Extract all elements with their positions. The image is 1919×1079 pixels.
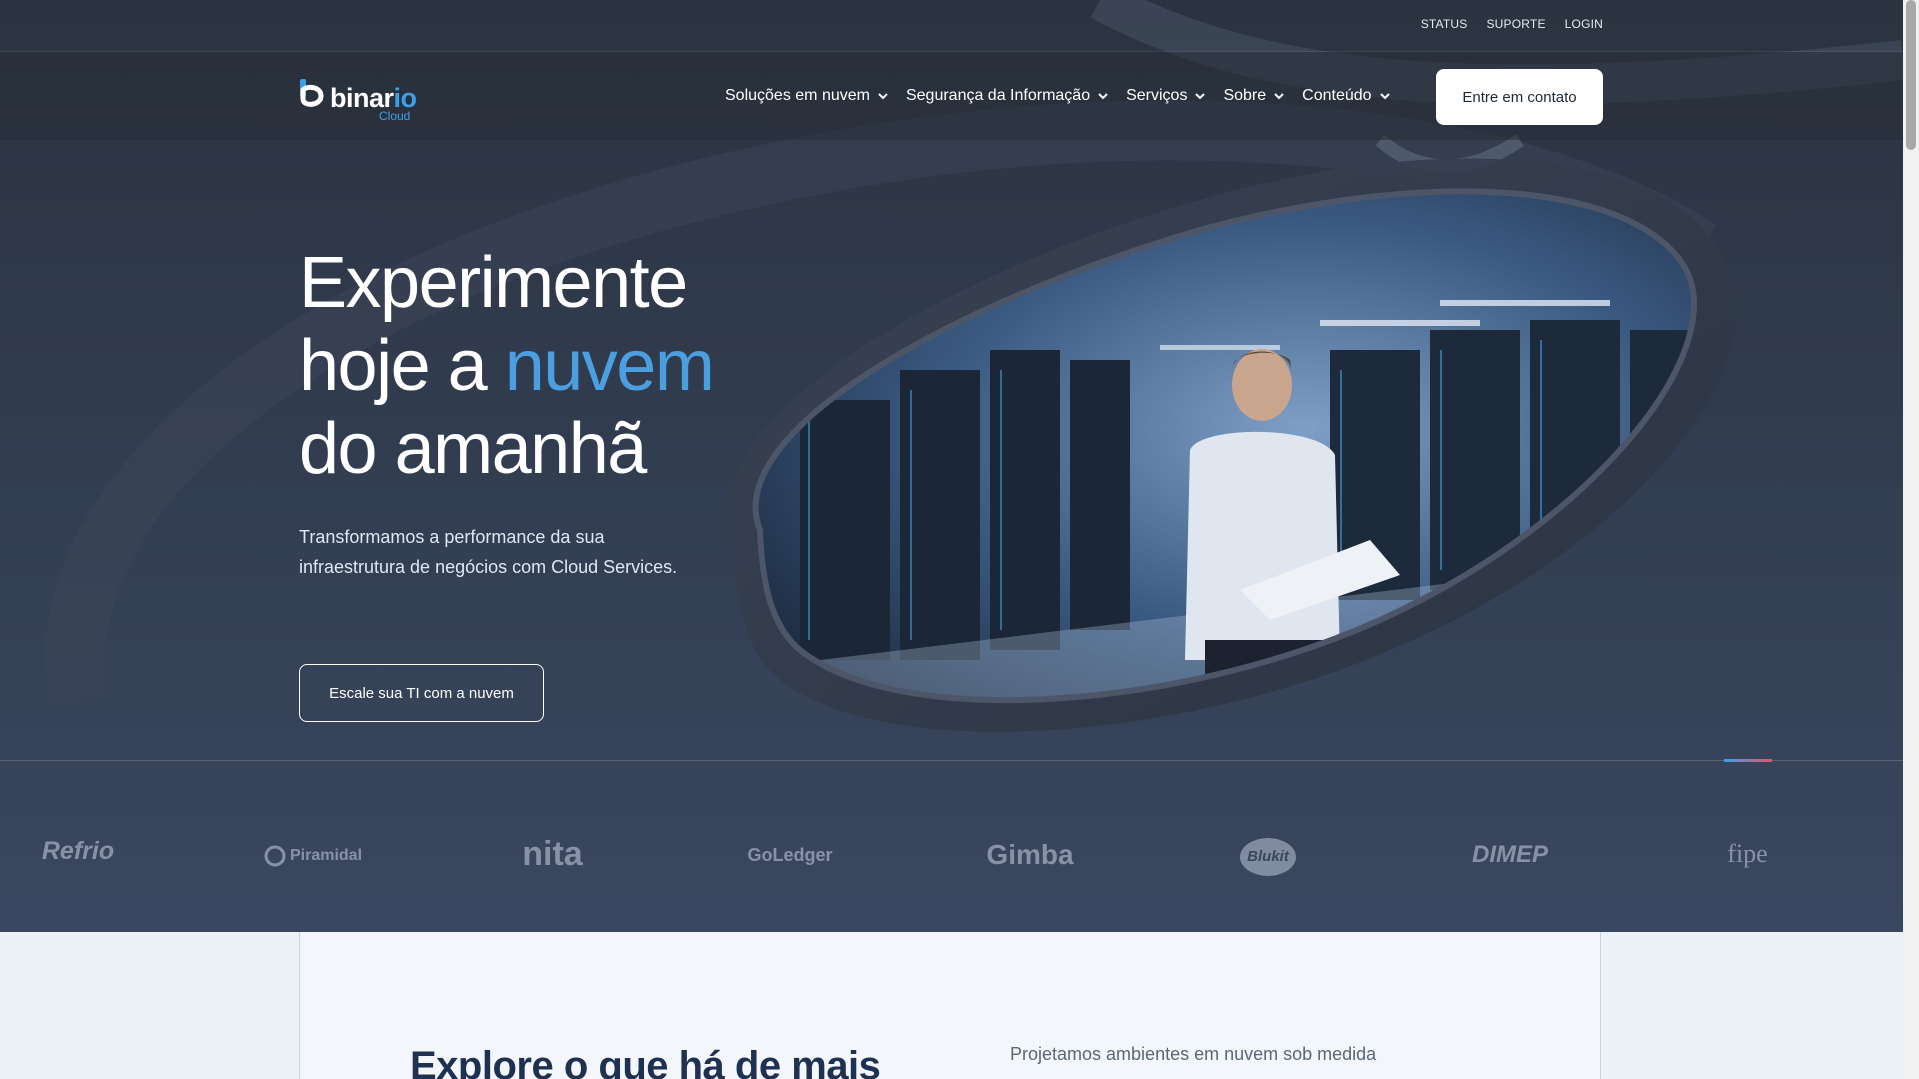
nav-item-security[interactable]: Segurança da Informação — [906, 87, 1108, 105]
client-logo-piramidal-label: Piramidal — [289, 847, 363, 865]
nav-item-content[interactable]: Conteúdo — [1302, 87, 1390, 105]
utility-links: STATUS SUPORTE LOGIN — [1421, 17, 1603, 31]
nav-label: Serviços — [1126, 87, 1188, 104]
chevron-down-icon — [1098, 93, 1108, 100]
client-logo-refrio: Refrio — [41, 837, 115, 865]
status-link[interactable]: STATUS — [1421, 17, 1468, 31]
page-scrollbar[interactable] — [1903, 0, 1919, 1079]
explore-text: Projetamos ambientes em nuvem sob medida — [1010, 1044, 1377, 1064]
nav-item-about[interactable]: Sobre — [1223, 87, 1284, 105]
chevron-down-icon — [1379, 93, 1390, 100]
client-logo-gimba: Gimba — [986, 839, 1074, 870]
nav-label: Segurança da Informação — [905, 87, 1091, 104]
nav-item-cloud-solutions[interactable]: Soluções em nuvem — [725, 87, 888, 105]
contact-button[interactable]: Entre em contato — [1436, 69, 1603, 125]
client-logo-piramidal: Piramidal — [258, 845, 368, 867]
hero-section: STATUS SUPORTE LOGIN binario Cloud Soluç… — [0, 0, 1903, 932]
explore-section: Explore o que há de mais Projetamos ambi… — [0, 932, 1903, 1079]
hero-subtitle: Transformamos a performance da sua infra… — [299, 527, 678, 577]
hero-title: Experimente hoje a nuvem do amanhã — [299, 242, 859, 491]
main-header: binario Cloud Soluções em nuvem Seguranç… — [0, 52, 1903, 140]
hero-title-line2-prefix: hoje a — [299, 326, 505, 406]
explore-title: Explore o que há de mais — [410, 1044, 881, 1079]
piramidal-logo-icon — [264, 845, 286, 867]
brand-sub: Cloud — [379, 109, 411, 123]
chevron-down-icon — [878, 93, 888, 100]
main-nav: Soluções em nuvem Segurança da Informaçã… — [725, 87, 1390, 105]
client-logo-goledger: GoLedger — [747, 845, 833, 865]
hero-title-line1: Experimente — [299, 243, 688, 323]
utility-bar: STATUS SUPORTE LOGIN — [0, 0, 1903, 52]
client-logo-fipe: fipe — [1727, 839, 1768, 868]
nav-label: Soluções em nuvem — [725, 87, 870, 104]
nav-label: Sobre — [1223, 87, 1267, 104]
hero-title-line3: do amanhã — [299, 409, 647, 489]
chevron-down-icon — [1195, 93, 1206, 100]
explore-container: Explore o que há de mais Projetamos ambi… — [299, 932, 1601, 1079]
nav-item-services[interactable]: Serviços — [1126, 87, 1206, 105]
scrollbar-thumb[interactable] — [1906, 0, 1916, 150]
chevron-down-icon — [1274, 93, 1284, 100]
brand-logo[interactable]: binario Cloud — [299, 77, 419, 123]
login-link[interactable]: LOGIN — [1565, 17, 1603, 31]
client-logo-dimep: DIMEP — [1471, 841, 1548, 868]
client-logos-strip: Refrio Piramidal nita GoLedger Gimba Blu… — [0, 759, 1903, 932]
support-link[interactable]: SUPORTE — [1486, 17, 1545, 31]
nav-label: Conteúdo — [1302, 87, 1372, 104]
carousel-indicator[interactable] — [1724, 759, 1772, 762]
client-logo-nita: nita — [522, 835, 583, 873]
binario-logo-mark-icon — [300, 79, 324, 107]
hero-title-accent: nuvem — [504, 326, 715, 406]
scale-it-cta-button[interactable]: Escale sua TI com a nuvem — [299, 664, 544, 722]
client-logo-blukit: Blukit — [1240, 838, 1296, 876]
